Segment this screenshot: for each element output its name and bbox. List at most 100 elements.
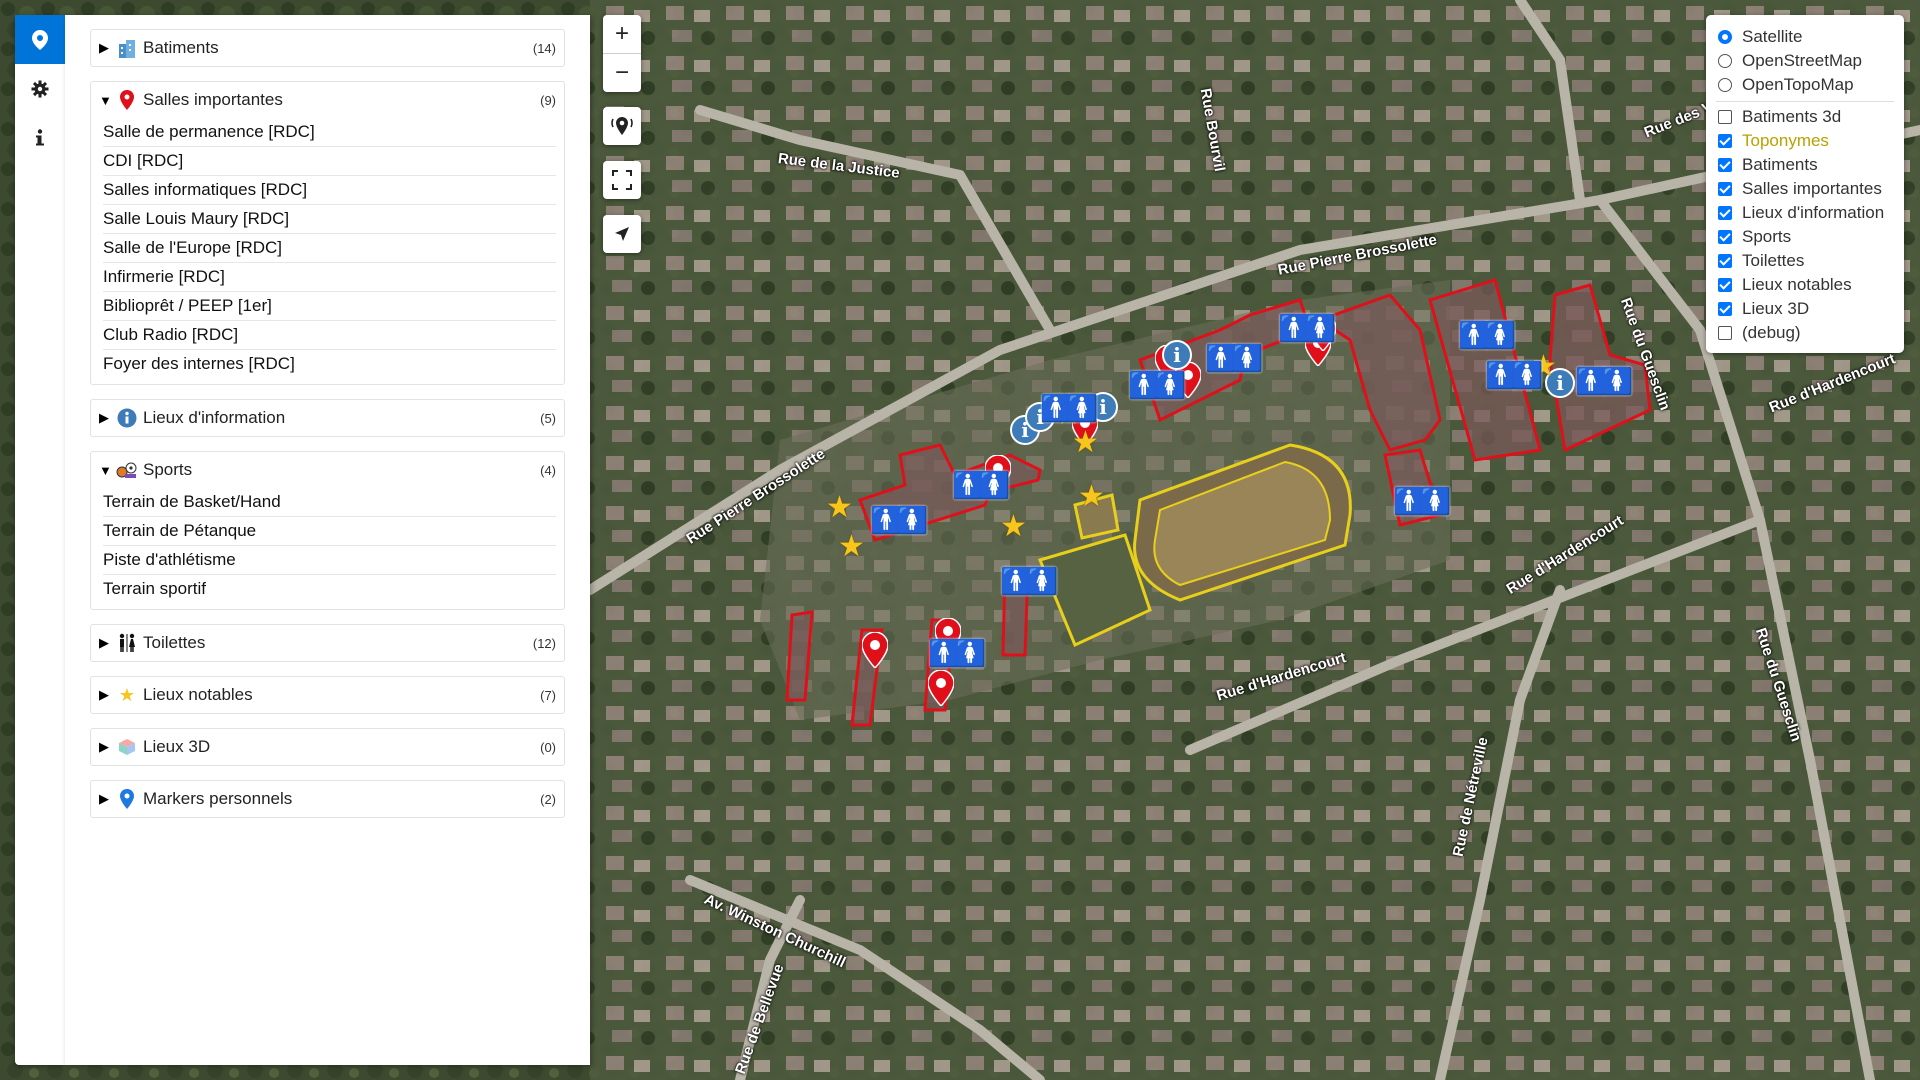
overlay-lieux-information[interactable]: Lieux d'information bbox=[1706, 201, 1904, 225]
category-header[interactable]: ▶ Batiments (14) bbox=[91, 30, 564, 66]
star-icon: ★ bbox=[118, 684, 136, 705]
category-count: (9) bbox=[540, 92, 556, 108]
list-item[interactable]: Biblioprêt / PEEP [1er] bbox=[103, 291, 556, 320]
category-count: (12) bbox=[532, 635, 556, 651]
expand-arrow-icon: ▶ bbox=[99, 791, 109, 806]
list-item[interactable]: Terrain de Basket/Hand bbox=[103, 488, 556, 516]
toilet-icon[interactable]: 🚹🚺 bbox=[1393, 488, 1452, 514]
collapse-arrow-icon: ▼ bbox=[99, 92, 112, 108]
radio-button[interactable] bbox=[1718, 30, 1732, 44]
zoom-out-button[interactable]: − bbox=[603, 53, 641, 92]
layers-separator bbox=[1716, 101, 1894, 102]
star-icon[interactable]: ★ bbox=[1072, 428, 1099, 458]
overlay-toilettes[interactable]: Toilettes bbox=[1706, 249, 1904, 273]
category-count: (2) bbox=[540, 791, 556, 807]
list-item[interactable]: Infirmerie [RDC] bbox=[103, 262, 556, 291]
checkbox[interactable] bbox=[1718, 230, 1732, 244]
layer-opentopomap[interactable]: OpenTopoMap bbox=[1706, 73, 1904, 97]
category-salles-importantes: ▼ Salles importantes (9) Salle de perman… bbox=[90, 81, 565, 385]
overlay-lieux-notables[interactable]: Lieux notables bbox=[1706, 273, 1904, 297]
zoom-control: + − bbox=[603, 15, 641, 92]
list-item[interactable]: Terrain de Pétanque bbox=[103, 516, 556, 545]
toilet-icon[interactable]: 🚹🚺 bbox=[928, 640, 987, 666]
checkbox[interactable] bbox=[1718, 278, 1732, 292]
category-count: (5) bbox=[540, 410, 556, 426]
category-name: Salles importantes bbox=[143, 90, 283, 109]
toilet-icon[interactable]: 🚹🚺 bbox=[1278, 315, 1337, 341]
toilet-icon[interactable]: 🚹🚺 bbox=[1040, 395, 1099, 421]
overlay-toponymes[interactable]: Toponymes bbox=[1706, 129, 1904, 153]
star-icon[interactable]: ★ bbox=[1000, 512, 1027, 542]
toilet-icon[interactable]: 🚹🚺 bbox=[952, 472, 1011, 498]
category-lieux-3d: ▶ Lieux 3D (0) bbox=[90, 728, 565, 766]
overlay-debug[interactable]: (debug) bbox=[1706, 321, 1904, 345]
category-header[interactable]: ▶ ★ Lieux notables (7) bbox=[91, 677, 564, 713]
checkbox[interactable] bbox=[1718, 182, 1732, 196]
fullscreen-button[interactable] bbox=[603, 161, 641, 199]
list-item[interactable]: Salle Louis Maury [RDC] bbox=[103, 204, 556, 233]
category-header[interactable]: ▶ Toilettes (12) bbox=[91, 625, 564, 661]
category-items: Terrain de Basket/Hand Terrain de Pétanq… bbox=[91, 488, 564, 609]
overlay-label: Batiments 3d bbox=[1742, 107, 1842, 126]
category-header[interactable]: ▶ Markers personnels (2) bbox=[91, 781, 564, 817]
toilet-icon bbox=[115, 632, 139, 654]
overlay-batiments[interactable]: Batiments bbox=[1706, 153, 1904, 177]
list-item[interactable]: Salle de permanence [RDC] bbox=[103, 118, 556, 146]
list-item[interactable]: Salles informatiques [RDC] bbox=[103, 175, 556, 204]
radio-button[interactable] bbox=[1718, 78, 1732, 92]
category-header[interactable]: ▶ Lieux 3D (0) bbox=[91, 729, 564, 765]
list-item[interactable]: Club Radio [RDC] bbox=[103, 320, 556, 349]
toilet-icon[interactable]: 🚹🚺 bbox=[1485, 362, 1544, 388]
overlay-sports[interactable]: Sports bbox=[1706, 225, 1904, 249]
layer-label: OpenTopoMap bbox=[1742, 75, 1854, 94]
toilet-icon[interactable]: 🚹🚺 bbox=[1000, 568, 1059, 594]
toilet-icon[interactable]: 🚹🚺 bbox=[870, 507, 929, 533]
overlay-salles-importantes[interactable]: Salles importantes bbox=[1706, 177, 1904, 201]
category-header[interactable]: ▼ Sports (4) bbox=[91, 452, 564, 488]
checkbox[interactable] bbox=[1718, 110, 1732, 124]
list-item[interactable]: Piste d'athlétisme bbox=[103, 545, 556, 574]
overlay-label: Sports bbox=[1742, 227, 1792, 246]
overlay-label: Batiments bbox=[1742, 155, 1818, 174]
overlay-lieux-3d[interactable]: Lieux 3D bbox=[1706, 297, 1904, 321]
star-icon[interactable]: ★ bbox=[838, 532, 865, 562]
expand-arrow-icon: ▶ bbox=[99, 739, 109, 754]
checkbox[interactable] bbox=[1718, 206, 1732, 220]
toilet-icon[interactable]: 🚹🚺 bbox=[1458, 322, 1517, 348]
tab-settings[interactable] bbox=[15, 64, 65, 113]
tab-markers[interactable] bbox=[15, 15, 65, 64]
zoom-in-button[interactable]: + bbox=[603, 15, 641, 53]
star-icon[interactable]: ★ bbox=[1078, 482, 1105, 512]
toilet-icon[interactable]: 🚹🚺 bbox=[1205, 345, 1264, 371]
list-item[interactable]: CDI [RDC] bbox=[103, 146, 556, 175]
tab-info[interactable] bbox=[15, 113, 65, 162]
overlay-label: Lieux d'information bbox=[1742, 203, 1885, 222]
category-header[interactable]: ▶ Lieux d'information (5) bbox=[91, 400, 564, 436]
category-header[interactable]: ▼ Salles importantes (9) bbox=[91, 82, 564, 118]
toilet-icon[interactable]: 🚹🚺 bbox=[1575, 368, 1634, 394]
layer-label: Satellite bbox=[1742, 27, 1803, 46]
gear-icon bbox=[31, 80, 49, 97]
radio-button[interactable] bbox=[1718, 54, 1732, 68]
checkbox[interactable] bbox=[1718, 326, 1732, 340]
list-item[interactable]: Salle de l'Europe [RDC] bbox=[103, 233, 556, 262]
overlay-label: Lieux 3D bbox=[1742, 299, 1810, 318]
list-item[interactable]: Foyer des internes [RDC] bbox=[103, 349, 556, 378]
layer-satellite[interactable]: Satellite bbox=[1706, 25, 1904, 49]
list-item[interactable]: Terrain sportif bbox=[103, 574, 556, 603]
add-marker-button[interactable] bbox=[603, 107, 641, 145]
locate-button[interactable] bbox=[603, 215, 641, 253]
toilet-icon[interactable]: 🚹🚺 bbox=[1128, 372, 1187, 398]
sidebar-panel: ▶ Batiments (14) ▼ Salles importantes (9… bbox=[65, 15, 590, 1065]
checkbox[interactable] bbox=[1718, 134, 1732, 148]
star-icon[interactable]: ★ bbox=[826, 493, 853, 523]
layer-openstreetmap[interactable]: OpenStreetMap bbox=[1706, 49, 1904, 73]
checkbox[interactable] bbox=[1718, 254, 1732, 268]
building-icon bbox=[115, 37, 139, 59]
room-pin-icon[interactable] bbox=[928, 670, 954, 706]
overlay-batiments-3d[interactable]: Batiments 3d bbox=[1706, 105, 1904, 129]
room-pin-icon[interactable] bbox=[862, 632, 888, 668]
checkbox[interactable] bbox=[1718, 158, 1732, 172]
checkbox[interactable] bbox=[1718, 302, 1732, 316]
info-pin-icon[interactable]: i bbox=[1162, 340, 1192, 370]
